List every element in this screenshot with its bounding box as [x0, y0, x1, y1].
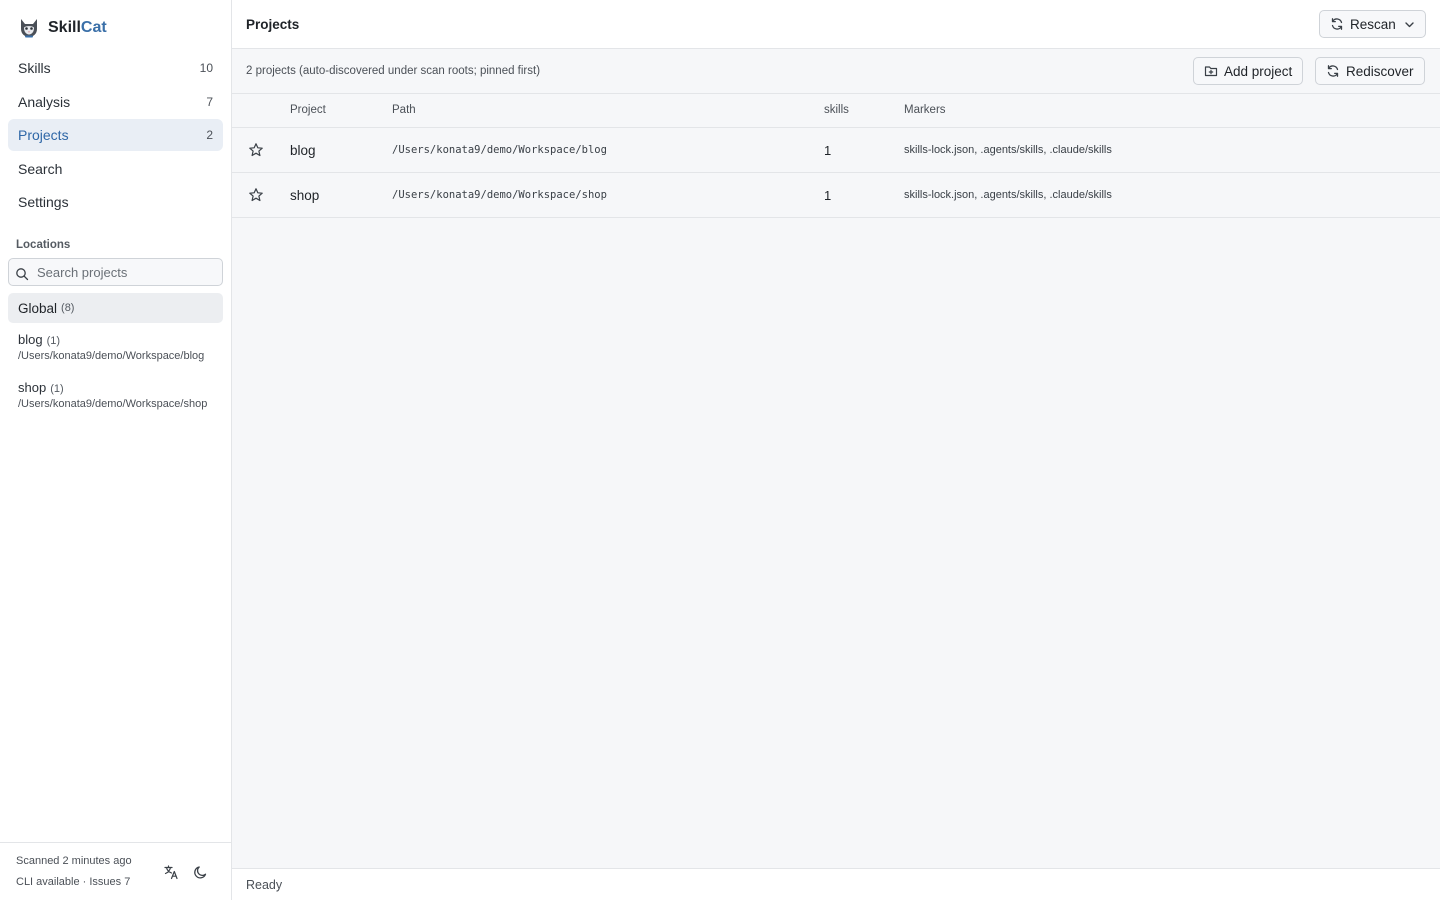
sidebar-item-skills[interactable]: Skills 10 — [8, 52, 223, 84]
sidebar-item-count: 7 — [206, 94, 213, 109]
table-row[interactable]: blog /Users/konata9/demo/Workspace/blog … — [232, 128, 1440, 173]
location-count: (8) — [61, 302, 75, 314]
location-count: (1) — [46, 335, 61, 347]
table-header: Project Path skills Markers — [232, 94, 1440, 128]
sidebar-item-label: Analysis — [18, 93, 71, 110]
project-markers: skills-lock.json, .agents/skills, .claud… — [904, 144, 1112, 156]
project-skills-count: 1 — [824, 143, 832, 158]
column-header-markers[interactable]: Markers — [904, 104, 946, 116]
location-path: /Users/konata9/demo/Workspace/shop — [18, 398, 208, 410]
location-name: Global — [18, 300, 58, 316]
projects-summary: 2 projects (auto-discovered under scan r… — [246, 65, 541, 77]
sidebar-item-label: Search — [18, 160, 63, 177]
sidebar: SkillCat Skills 10 Analysis 7 Projects 2… — [0, 0, 232, 900]
sidebar-item-search[interactable]: Search — [8, 153, 223, 185]
sidebar-item-count: 10 — [199, 61, 213, 75]
project-name: blog — [290, 143, 316, 158]
sidebar-nav: Skills 10 Analysis 7 Projects 2 Search S… — [8, 52, 223, 220]
project-path: /Users/konata9/demo/Workspace/shop — [392, 189, 607, 201]
location-item-blog[interactable]: blog (1) /Users/konata9/demo/Workspace/b… — [18, 332, 218, 362]
rescan-label: Rescan — [1350, 16, 1396, 32]
cat-logo-icon — [21, 19, 37, 38]
search-projects-input[interactable] — [37, 264, 207, 280]
location-name: blog — [18, 332, 43, 347]
star-icon[interactable] — [248, 187, 264, 203]
sidebar-item-label: Skills — [18, 60, 51, 76]
sidebar-item-analysis[interactable]: Analysis 7 — [8, 86, 223, 118]
rediscover-button[interactable]: Rediscover — [1315, 57, 1425, 85]
projects-table: Project Path skills Markers blog /Users/… — [232, 94, 1440, 218]
location-global[interactable]: Global (8) — [8, 293, 223, 323]
table-row[interactable]: shop /Users/konata9/demo/Workspace/shop … — [232, 173, 1440, 218]
location-path: /Users/konata9/demo/Workspace/blog — [18, 350, 205, 362]
sidebar-item-label: Settings — [18, 194, 69, 210]
subbar: 2 projects (auto-discovered under scan r… — [232, 49, 1440, 94]
column-header-path[interactable]: Path — [392, 104, 416, 116]
status-bar: Ready — [232, 868, 1440, 900]
project-skills-count: 1 — [824, 188, 832, 203]
chevron-down-icon — [1405, 21, 1414, 27]
rescan-button[interactable]: Rescan — [1319, 10, 1426, 38]
translate-icon[interactable] — [163, 864, 179, 880]
moon-icon[interactable] — [193, 864, 209, 880]
folder-plus-icon — [1204, 66, 1218, 77]
location-name-row: blog (1) — [18, 332, 218, 347]
star-icon[interactable] — [248, 142, 264, 158]
cli-status: CLI available · Issues 7 — [16, 876, 131, 888]
column-header-project[interactable]: Project — [290, 104, 326, 116]
sidebar-item-label: Projects — [18, 127, 69, 143]
sidebar-item-projects[interactable]: Projects 2 — [8, 119, 223, 151]
brand[interactable]: SkillCat — [18, 16, 107, 40]
location-item-shop[interactable]: shop (1) /Users/konata9/demo/Workspace/s… — [18, 380, 218, 410]
refresh-icon — [1331, 18, 1343, 30]
refresh-icon — [1327, 65, 1339, 77]
add-project-button[interactable]: Add project — [1193, 57, 1304, 85]
project-path: /Users/konata9/demo/Workspace/blog — [392, 144, 607, 156]
brand-name-primary: Skill — [48, 19, 81, 36]
sidebar-item-settings[interactable]: Settings — [8, 186, 223, 218]
status-text: Ready — [246, 878, 283, 892]
locations-heading: Locations — [16, 239, 71, 251]
topbar: Projects Rescan — [232, 0, 1440, 49]
project-markers: skills-lock.json, .agents/skills, .claud… — [904, 189, 1112, 201]
main-panel: Projects Rescan 2 projects (auto-discove… — [232, 0, 1440, 900]
brand-name: SkillCat — [48, 19, 107, 37]
search-icon — [16, 268, 29, 281]
sidebar-item-count: 2 — [206, 128, 213, 142]
location-count: (1) — [50, 383, 64, 395]
brand-name-accent: Cat — [80, 19, 107, 36]
location-name-row: shop (1) — [18, 380, 218, 395]
add-project-label: Add project — [1224, 63, 1293, 79]
project-name: shop — [290, 188, 320, 203]
scan-status: Scanned 2 minutes ago — [16, 855, 132, 867]
column-header-skills[interactable]: skills — [824, 104, 849, 116]
locations-search[interactable] — [8, 258, 223, 286]
page-title: Projects — [246, 17, 300, 32]
location-name: shop — [18, 380, 47, 395]
sidebar-footer: Scanned 2 minutes ago CLI available · Is… — [0, 842, 231, 900]
rediscover-label: Rediscover — [1346, 63, 1414, 79]
